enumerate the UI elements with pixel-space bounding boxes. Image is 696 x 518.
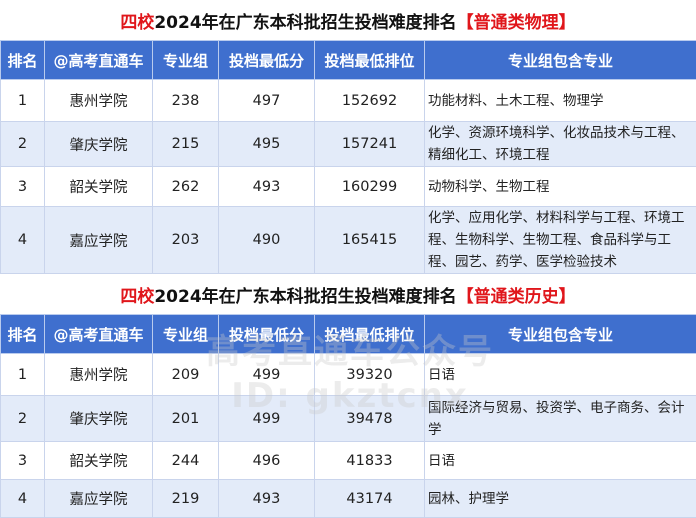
header-min-score: 投档最低分 [219,41,315,80]
rank-cell: 4 [1,480,45,518]
table-header-row: 排名 @高考直通车 专业组 投档最低分 投档最低排位 专业组包含专业 [1,315,696,354]
history-title-prefix: 四校 [120,282,154,307]
position-cell: 39320 [315,354,425,396]
header-group: 专业组 [153,41,219,80]
header-group: 专业组 [153,315,219,354]
history-title-main: 2024年在广东本科批招生投档难度排名 [154,282,456,307]
majors-cell: 园林、护理学 [425,480,696,518]
table-row: 4 嘉应学院 219 493 43174 园林、护理学 [1,480,696,518]
table-row: 1 惠州学院 238 497 152692 功能材料、土木工程、物理学 [1,80,696,122]
position-cell: 160299 [315,167,425,207]
majors-cell: 日语 [425,354,696,396]
rank-cell: 3 [1,442,45,480]
group-cell: 215 [153,122,219,167]
table-header-row: 排名 @高考直通车 专业组 投档最低分 投档最低排位 专业组包含专业 [1,41,696,80]
history-section-title: 四校2024年在广东本科批招生投档难度排名【普通类历史】 [0,274,696,314]
school-cell: 嘉应学院 [45,207,153,274]
school-cell: 惠州学院 [45,80,153,122]
history-title-tag: 【普通类历史】 [457,282,576,307]
school-cell: 肇庆学院 [45,122,153,167]
majors-cell: 日语 [425,442,696,480]
position-cell: 157241 [315,122,425,167]
rank-cell: 1 [1,80,45,122]
history-ranking-table: 排名 @高考直通车 专业组 投档最低分 投档最低排位 专业组包含专业 1 惠州学… [0,314,696,518]
score-cell: 495 [219,122,315,167]
school-cell: 韶关学院 [45,167,153,207]
score-cell: 499 [219,354,315,396]
header-min-score: 投档最低分 [219,315,315,354]
majors-cell: 化学、资源环境科学、化妆品技术与工程、精细化工、环境工程 [425,122,696,167]
table-row: 4 嘉应学院 203 490 165415 化学、应用化学、材料科学与工程、环境… [1,207,696,274]
position-cell: 152692 [315,80,425,122]
position-cell: 43174 [315,480,425,518]
table-row: 1 惠州学院 209 499 39320 日语 [1,354,696,396]
score-cell: 497 [219,80,315,122]
rank-cell: 2 [1,396,45,442]
group-cell: 201 [153,396,219,442]
header-min-position: 投档最低排位 [315,41,425,80]
physics-title-tag: 【普通类物理】 [457,8,576,33]
physics-section-title: 四校2024年在广东本科批招生投档难度排名【普通类物理】 [0,0,696,40]
group-cell: 244 [153,442,219,480]
rank-cell: 3 [1,167,45,207]
score-cell: 490 [219,207,315,274]
school-cell: 肇庆学院 [45,396,153,442]
group-cell: 238 [153,80,219,122]
header-rank: 排名 [1,315,45,354]
table-row: 3 韶关学院 244 496 41833 日语 [1,442,696,480]
group-cell: 219 [153,480,219,518]
physics-ranking-table: 排名 @高考直通车 专业组 投档最低分 投档最低排位 专业组包含专业 1 惠州学… [0,40,696,274]
score-cell: 493 [219,167,315,207]
majors-cell: 化学、应用化学、材料科学与工程、环境工程、生物科学、生物工程、食品科学与工程、园… [425,207,696,274]
header-majors: 专业组包含专业 [425,41,696,80]
position-cell: 41833 [315,442,425,480]
rank-cell: 2 [1,122,45,167]
group-cell: 209 [153,354,219,396]
header-min-position: 投档最低排位 [315,315,425,354]
physics-title-prefix: 四校 [120,8,154,33]
physics-title-main: 2024年在广东本科批招生投档难度排名 [154,8,456,33]
position-cell: 39478 [315,396,425,442]
header-rank: 排名 [1,41,45,80]
majors-cell: 动物科学、生物工程 [425,167,696,207]
group-cell: 262 [153,167,219,207]
position-cell: 165415 [315,207,425,274]
rank-cell: 4 [1,207,45,274]
score-cell: 499 [219,396,315,442]
table-row: 2 肇庆学院 201 499 39478 国际经济与贸易、投资学、电子商务、会计… [1,396,696,442]
header-majors: 专业组包含专业 [425,315,696,354]
school-cell: 嘉应学院 [45,480,153,518]
school-cell: 韶关学院 [45,442,153,480]
score-cell: 493 [219,480,315,518]
table-row: 2 肇庆学院 215 495 157241 化学、资源环境科学、化妆品技术与工程… [1,122,696,167]
table-row: 3 韶关学院 262 493 160299 动物科学、生物工程 [1,167,696,207]
majors-cell: 功能材料、土木工程、物理学 [425,80,696,122]
header-school: @高考直通车 [45,315,153,354]
school-cell: 惠州学院 [45,354,153,396]
rank-cell: 1 [1,354,45,396]
score-cell: 496 [219,442,315,480]
header-school: @高考直通车 [45,41,153,80]
majors-cell: 国际经济与贸易、投资学、电子商务、会计学 [425,396,696,442]
group-cell: 203 [153,207,219,274]
